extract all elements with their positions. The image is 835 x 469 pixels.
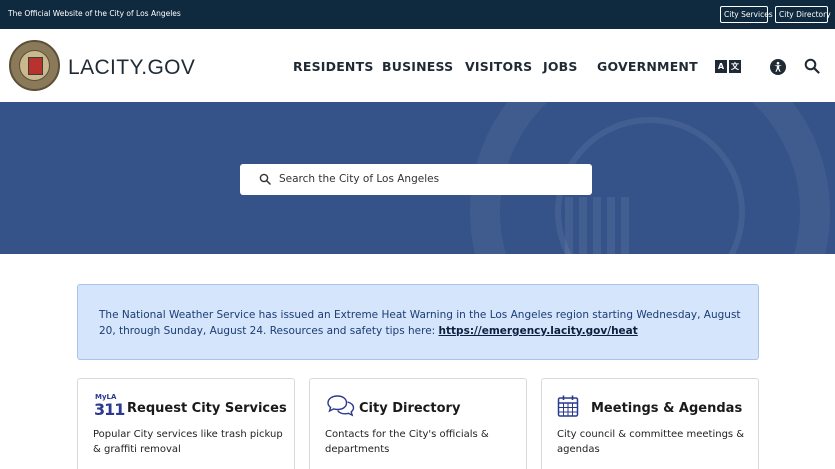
myla-311-logo: MyLA 311 — [94, 393, 125, 419]
utility-bar: The Official Website of the City of Los … — [0, 0, 835, 29]
translate-icon[interactable]: A 文 — [715, 60, 741, 73]
seal-inner — [19, 50, 50, 81]
hero-seal-bars — [565, 197, 635, 254]
card-title: Meetings & Agendas — [591, 401, 743, 416]
city-directory-button[interactable]: City Directory — [775, 6, 831, 23]
request-city-services-card[interactable]: MyLA 311 Request City Services Popular C… — [77, 378, 295, 469]
site-header: LACITY.GOV RESIDENTS BUSINESS VISITORS J… — [0, 29, 835, 102]
city-seal-logo[interactable] — [9, 40, 60, 91]
search-icon — [259, 173, 271, 185]
myla-logo-big: 311 — [94, 400, 125, 419]
heat-warning-alert: The National Weather Service has issued … — [77, 284, 759, 360]
nav-business[interactable]: BUSINESS — [382, 59, 453, 74]
accessibility-figure — [774, 61, 782, 72]
card-title: City Directory — [359, 401, 461, 416]
card-title: Request City Services — [127, 401, 287, 416]
alert-message: The National Weather Service has issued … — [99, 307, 749, 339]
translate-glyph-a: A — [715, 60, 727, 73]
official-site-text: The Official Website of the City of Los … — [8, 9, 181, 18]
site-logo-text[interactable]: LACITY.GOV — [68, 56, 195, 80]
translate-glyph-zh: 文 — [729, 60, 741, 73]
nav-residents[interactable]: RESIDENTS — [293, 59, 374, 74]
alert-link[interactable]: https://emergency.lacity.gov/heat — [439, 325, 638, 337]
search-icon[interactable] — [804, 58, 820, 74]
card-description: Popular City services like trash pickup … — [93, 429, 283, 455]
meetings-agendas-card[interactable]: Meetings & Agendas City council & commit… — [541, 378, 759, 469]
seal-shield — [28, 57, 43, 75]
city-services-button[interactable]: City Services — [720, 6, 773, 23]
city-directory-card[interactable]: City Directory Contacts for the City's o… — [309, 378, 527, 469]
site-search-input[interactable]: Search the City of Los Angeles — [240, 164, 592, 195]
nav-visitors[interactable]: VISITORS — [465, 59, 532, 74]
chat-bubbles-icon — [327, 395, 355, 417]
card-description: Contacts for the City's officials & depa… — [325, 429, 489, 455]
accessibility-icon[interactable] — [770, 59, 786, 75]
card-description: City council & committee meetings & agen… — [557, 429, 745, 455]
search-placeholder: Search the City of Los Angeles — [279, 173, 440, 185]
nav-government[interactable]: GOVERNMENT — [597, 59, 698, 74]
nav-jobs[interactable]: JOBS — [543, 59, 578, 74]
alert-text: The National Weather Service has issued … — [99, 309, 741, 337]
hero-banner: Search the City of Los Angeles — [0, 102, 835, 254]
calendar-icon — [557, 395, 579, 417]
